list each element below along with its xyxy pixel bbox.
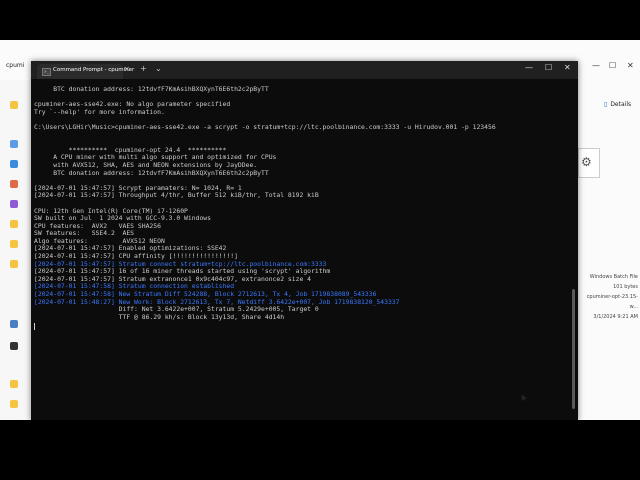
terminal-tab[interactable]: >_ Command Prompt - cpuminer ×	[37, 64, 134, 79]
details-button[interactable]: ▯ Details	[604, 101, 631, 108]
tab-close-button[interactable]: ×	[124, 65, 130, 73]
folder-icon[interactable]	[10, 380, 18, 388]
file-preview-thumbnail: ⚙	[578, 148, 600, 178]
console-line: [2024-07-01 15:47:57] Throughput 4/thr, …	[34, 191, 319, 200]
console-line: BTC donation address: 12tdvfF7KmAsihBXQX…	[34, 86, 269, 93]
console-line: TTF @ 86.29 kh/s: Block 13y13d, Share 4d…	[34, 312, 285, 321]
terminal-tab-title: Command Prompt - cpuminer	[53, 67, 135, 73]
pictures-icon[interactable]	[10, 180, 18, 188]
folder-icon[interactable]	[10, 101, 18, 109]
scrollbar-thumb[interactable]	[572, 289, 575, 409]
close-button[interactable]: ✕	[564, 63, 571, 72]
folder-icon[interactable]	[10, 260, 18, 268]
folder-icon[interactable]	[10, 240, 18, 248]
file-name: cpuminer-opt-23.15-w...	[586, 294, 638, 310]
terminal-scrollbar[interactable]	[572, 109, 575, 415]
file-details-panel: Windows Batch File 101 bytes cpuminer-op…	[580, 272, 638, 322]
explorer-right-pane: — ☐ ✕	[577, 40, 640, 420]
folder-icon[interactable]	[10, 140, 18, 148]
maximize-button[interactable]: ☐	[545, 63, 552, 72]
folder-icon[interactable]	[10, 220, 18, 228]
explorer-tab[interactable]: cpumi	[6, 62, 24, 69]
console-line: Try `--help' for more information.	[34, 107, 165, 116]
folder-icon[interactable]	[10, 400, 18, 408]
explorer-close-button[interactable]: ✕	[627, 61, 634, 70]
tab-dropdown-button[interactable]: ⌄	[155, 64, 162, 73]
text-cursor	[34, 323, 35, 331]
new-tab-button[interactable]: +	[140, 64, 147, 73]
command-prompt-icon: >_	[42, 68, 51, 76]
explorer-minimize-button[interactable]: —	[592, 61, 600, 70]
file-size: 101 bytes	[613, 284, 638, 290]
gear-icon: ⚙	[581, 155, 592, 169]
music-icon[interactable]	[10, 200, 18, 208]
command-prompt-window[interactable]: >_ Command Prompt - cpuminer × + ⌄ — ☐ ✕…	[31, 61, 578, 420]
drive-icon[interactable]	[10, 320, 18, 328]
terminal-title-bar[interactable]: >_ Command Prompt - cpuminer × + ⌄ — ☐ ✕	[31, 61, 578, 79]
file-date: 3/1/2024 9:21 AM	[593, 314, 638, 320]
desktop-screen: cpumi — ☐ ✕ ▯ Details ⚙ Windows Batch Fil…	[0, 40, 640, 420]
drive-icon[interactable]	[10, 342, 18, 350]
minimize-button[interactable]: —	[525, 63, 533, 72]
explorer-maximize-button[interactable]: ☐	[609, 61, 616, 70]
download-icon[interactable]	[10, 160, 18, 168]
console-line: BTC donation address: 12tdvfF7KmAsihBXQX…	[34, 168, 269, 177]
console-line: C:\Users\LGHir\Music>cpuminer-aes-sse42.…	[34, 122, 496, 131]
file-type: Windows Batch File	[589, 274, 638, 280]
explorer-nav-pane	[0, 80, 30, 420]
console-output[interactable]: BTC donation address: 12tdvfF7KmAsihBXQX…	[34, 86, 569, 418]
details-pane-icon: ▯	[604, 101, 608, 108]
